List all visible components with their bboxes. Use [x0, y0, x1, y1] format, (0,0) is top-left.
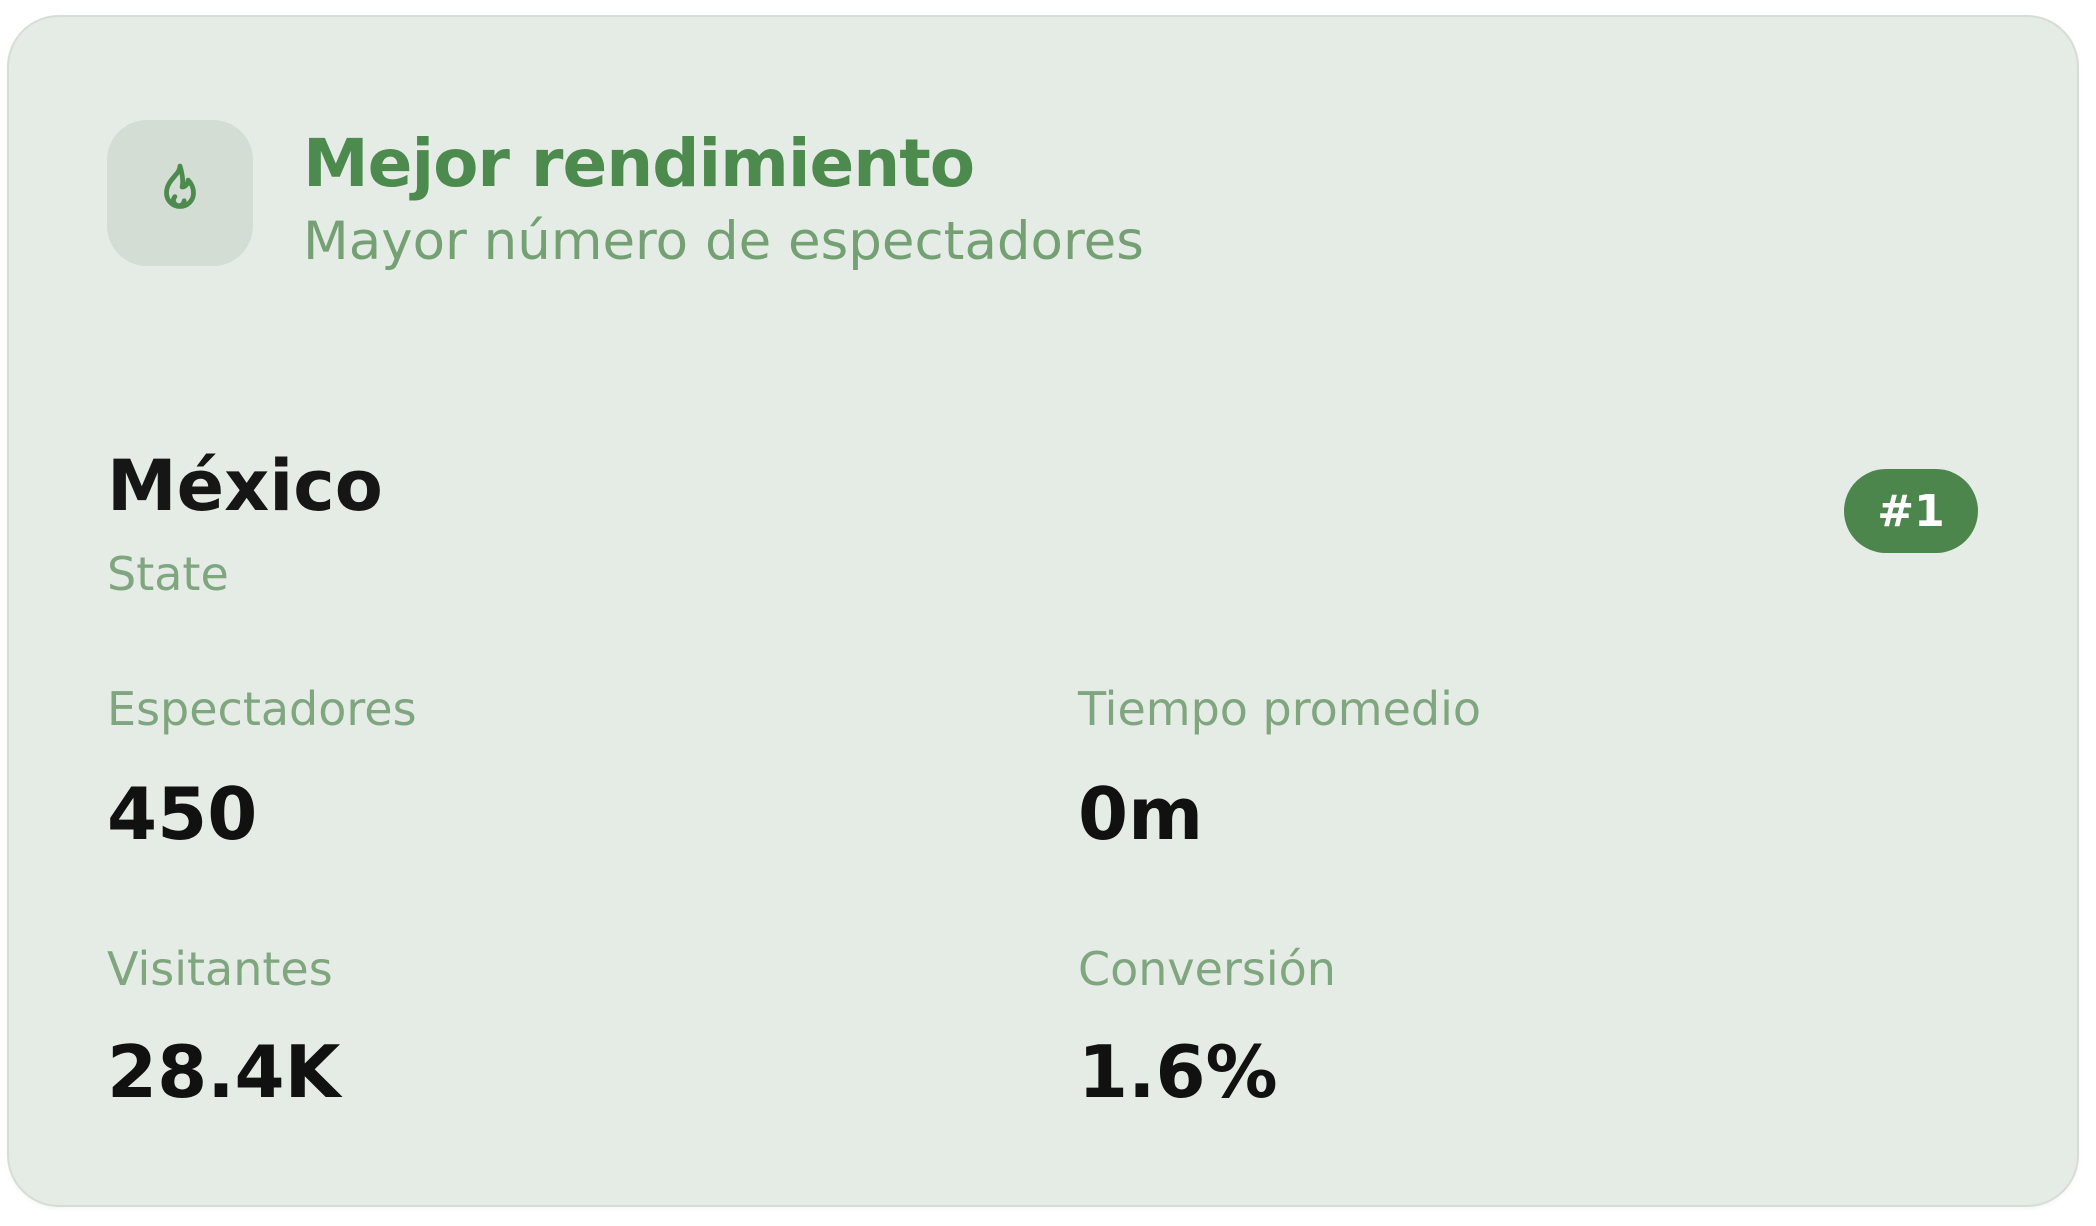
card-title: Mejor rendimiento [303, 125, 975, 202]
metric-value-conversion: 1.6% [1078, 1030, 1278, 1114]
card-subtitle: Mayor número de espectadores [303, 211, 1144, 272]
metric-label-conversion: Conversión [1078, 942, 1336, 996]
metric-value-visitors: 28.4K [107, 1030, 341, 1114]
metric-value-avg-time: 0m [1078, 772, 1204, 856]
top-performer-card: Mejor rendimiento Mayor número de espect… [7, 15, 2079, 1207]
region-type: State [107, 547, 229, 601]
region-name: México [107, 445, 383, 527]
metric-label-visitors: Visitantes [107, 942, 333, 996]
metric-label-viewers: Espectadores [107, 682, 417, 736]
flame-icon [107, 120, 253, 266]
metric-value-viewers: 450 [107, 772, 258, 856]
rank-badge: #1 [1844, 469, 1978, 553]
metric-label-avg-time: Tiempo promedio [1078, 682, 1482, 736]
